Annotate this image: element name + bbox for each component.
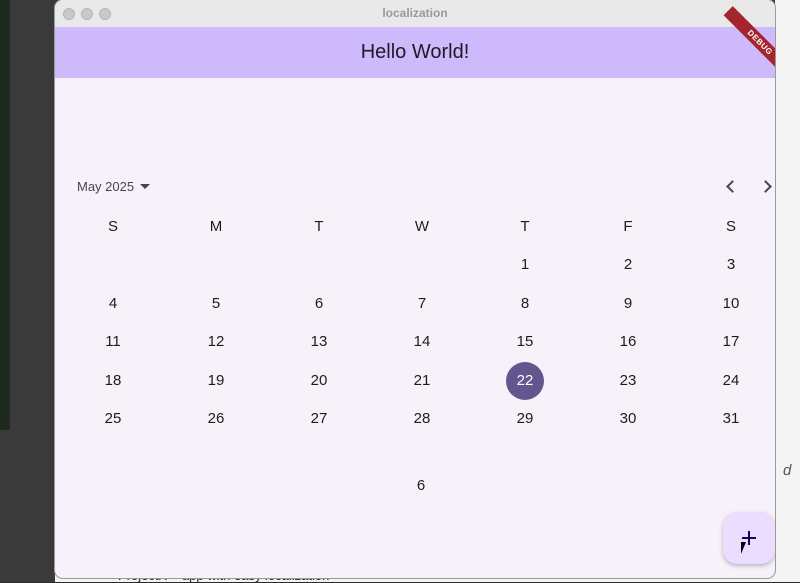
day-cell[interactable]: 14	[402, 323, 442, 361]
weekday-header: W	[414, 218, 430, 235]
background-window-right	[775, 0, 800, 582]
day-cell[interactable]: 9	[608, 285, 648, 323]
app-bar: Hello World!	[55, 27, 775, 78]
app-window: localization Hello World! DEBUG May 2025…	[55, 0, 775, 578]
calendar-date-picker: May 2025 S M T W T F S 1 2 3 4 5 6 7 8 9 10 11 12 13 14 15 16 1…	[55, 78, 775, 578]
mouse-cursor-icon	[741, 542, 746, 554]
day-cell[interactable]: 24	[711, 362, 751, 400]
day-cell[interactable]: 27	[299, 400, 339, 438]
day-cell[interactable]: 7	[402, 285, 442, 323]
background-text-fragment: d	[783, 462, 792, 479]
day-cell[interactable]: 18	[93, 362, 133, 400]
day-cell[interactable]: 15	[505, 323, 545, 361]
day-cell[interactable]: 28	[402, 400, 442, 438]
day-cell[interactable]: 26	[196, 400, 236, 438]
calendar-header: May 2025	[55, 174, 775, 198]
day-cell[interactable]: 19	[196, 362, 236, 400]
day-cell[interactable]: 8	[505, 285, 545, 323]
weekday-header: T	[314, 218, 324, 235]
day-cell[interactable]: 30	[608, 400, 648, 438]
day-cell[interactable]: 13	[299, 323, 339, 361]
day-cell[interactable]: 12	[196, 323, 236, 361]
day-cell[interactable]: 1	[505, 246, 545, 284]
next-month-button[interactable]	[755, 174, 775, 198]
window-title: localization	[382, 6, 448, 20]
month-year-label: May 2025	[77, 178, 135, 194]
selected-day-cell[interactable]: 22	[505, 362, 545, 400]
day-cell[interactable]: 16	[608, 323, 648, 361]
day-cell[interactable]: 23	[608, 362, 648, 400]
day-cell[interactable]: 5	[196, 285, 236, 323]
day-cell[interactable]: 31	[711, 400, 751, 438]
weekday-header: T	[520, 218, 530, 235]
day-cell[interactable]: 20	[299, 362, 339, 400]
weekday-header: F	[623, 218, 633, 235]
chevron-right-icon	[759, 179, 772, 193]
chevron-left-icon	[726, 179, 739, 193]
weekday-header: S	[725, 218, 736, 235]
window-titlebar: localization	[55, 0, 775, 28]
caret-down-icon	[140, 183, 151, 189]
calendar-extra-label: 6	[416, 477, 426, 494]
add-fab-button[interactable]	[723, 512, 775, 564]
desktop-left-strip	[0, 0, 10, 430]
previous-month-button[interactable]	[719, 174, 743, 198]
day-cell[interactable]: 25	[93, 400, 133, 438]
day-cell[interactable]: 11	[93, 323, 133, 361]
day-cell[interactable]: 6	[299, 285, 339, 323]
day-cell[interactable]: 3	[711, 246, 751, 284]
day-cell[interactable]: 4	[93, 285, 133, 323]
day-cell[interactable]: 17	[711, 323, 751, 361]
weekday-header: S	[107, 218, 118, 235]
month-year-dropdown[interactable]: May 2025	[77, 174, 151, 198]
day-cell[interactable]: 21	[402, 362, 442, 400]
weekday-header: M	[209, 218, 223, 235]
day-cell[interactable]: 2	[608, 246, 648, 284]
page-title: Hello World!	[360, 41, 470, 63]
day-cell[interactable]: 29	[505, 400, 545, 438]
day-cell[interactable]: 10	[711, 285, 751, 323]
